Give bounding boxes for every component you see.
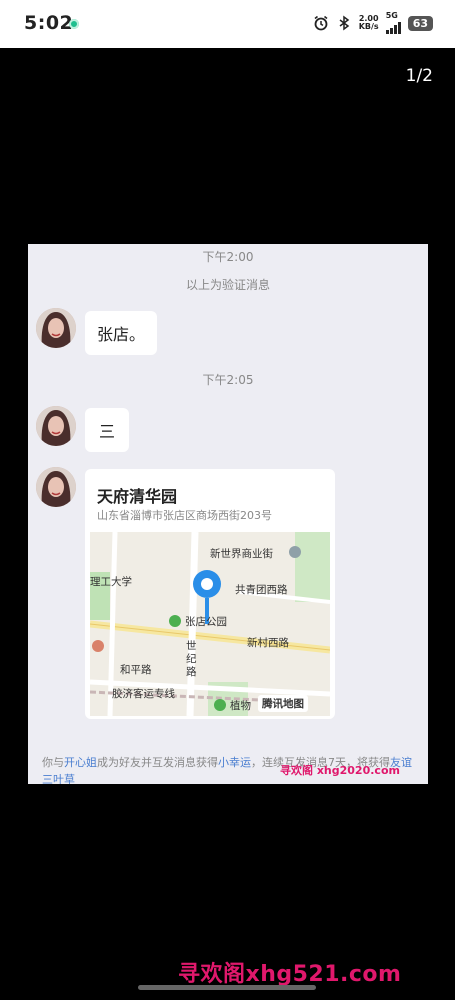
net-speed: 2.00 KB/s: [359, 15, 379, 31]
system-message: 以上为验证消息: [185, 278, 270, 292]
map-label: 张店公园: [185, 616, 227, 628]
map-label: 和平路: [120, 664, 152, 676]
bluetooth-icon: [339, 15, 349, 31]
status-time: 5:02: [24, 12, 74, 34]
map-label: 理工大学: [90, 576, 132, 588]
message-bubble[interactable]: 三: [85, 408, 130, 452]
status-icons: 2.00 KB/s 5G 63: [313, 12, 433, 34]
status-bar: 5:02 2.00 KB/s 5G 63: [0, 0, 455, 48]
message-bubble[interactable]: 张店。: [85, 311, 158, 355]
location-card[interactable]: 天府清华园 山东省淄博市张店区商场西街203号 新世界商业街 理工大学 共青团西…: [85, 469, 335, 719]
chat-timestamp: 下午2:05: [202, 373, 254, 387]
map-label: 新世界商业街: [210, 548, 273, 560]
location-map[interactable]: 新世界商业街 理工大学 共青团西路 张店公园 新村西路 世纪路 和平路 胶济客运…: [90, 532, 330, 716]
note-text: 你与: [42, 756, 64, 769]
cell-signal: 5G: [385, 11, 401, 34]
map-brand-logo: 腾讯地图: [258, 695, 308, 712]
note-text: 成为好友并互发消息获得: [97, 756, 218, 769]
map-label: 植物: [230, 700, 251, 712]
avatar[interactable]: [36, 406, 76, 446]
map-brand-label: 腾讯地图: [262, 698, 304, 710]
chat-timestamp: 下午2:00: [202, 250, 254, 264]
avatar[interactable]: [36, 467, 76, 507]
home-indicator[interactable]: [138, 985, 316, 990]
location-title: 天府清华园: [97, 487, 178, 506]
network-type: 5G: [385, 11, 398, 20]
friend-name-link[interactable]: 开心姐: [64, 756, 97, 769]
avatar[interactable]: [36, 308, 76, 348]
map-label: 世纪路: [186, 640, 197, 678]
watermark: 寻欢阁xhg521.com: [178, 962, 402, 987]
signal-bars-icon: [385, 20, 401, 34]
lucky-link[interactable]: 小幸运: [218, 756, 251, 769]
inner-watermark: 寻欢阁 xhg2020.com: [280, 764, 400, 777]
map-label: 新村西路: [247, 637, 289, 649]
map-label: 胶济客运专线: [112, 688, 175, 700]
net-speed-unit: KB/s: [358, 22, 379, 31]
notification-dot-icon: [69, 19, 79, 29]
image-counter: 1/2: [405, 66, 433, 86]
location-address: 山东省淄博市张店区商场西街203号: [97, 509, 272, 522]
battery-icon: 63: [407, 15, 433, 31]
map-label: 共青团西路: [235, 584, 288, 596]
chat-screenshot[interactable]: 下午2:00 以上为验证消息 张店。 下午2:05 三 天府清华园 山东省淄博市…: [28, 244, 428, 784]
alarm-icon: [314, 15, 328, 31]
